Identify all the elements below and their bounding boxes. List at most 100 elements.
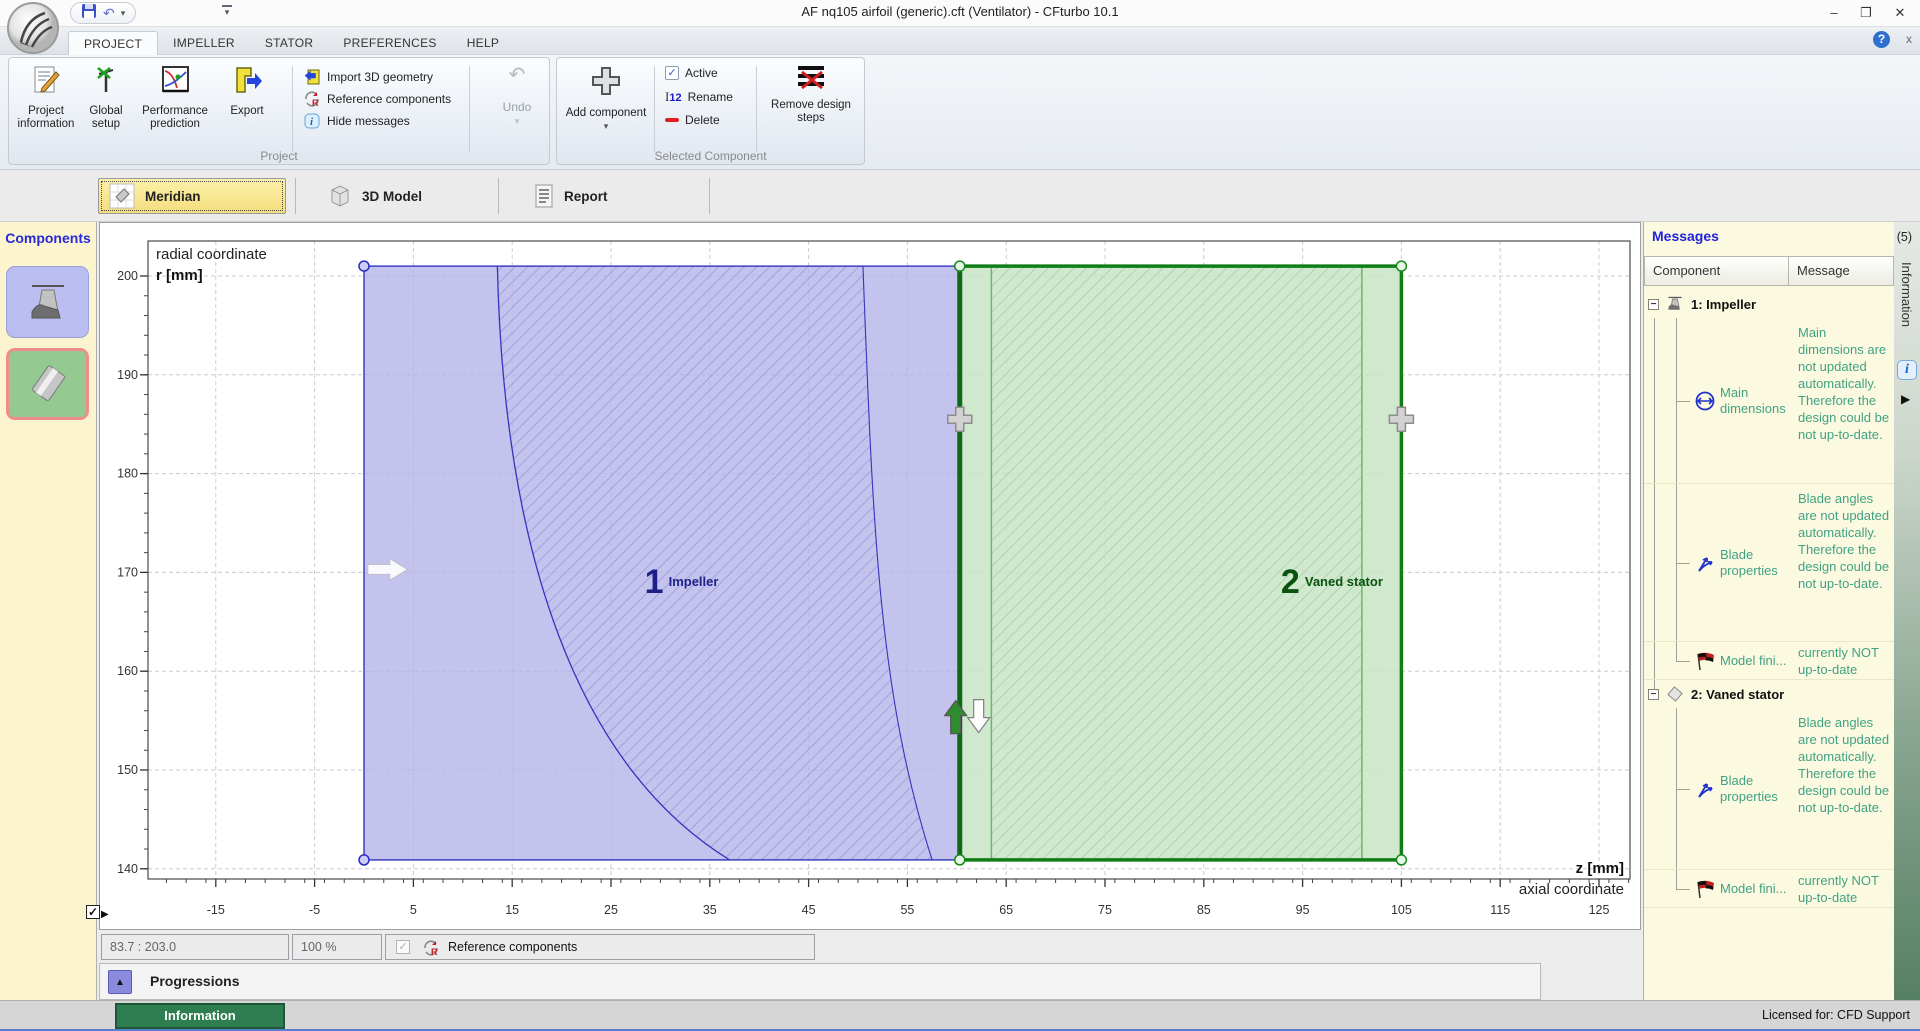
message-group-impeller[interactable]: − 1: Impeller [1644,290,1894,318]
x-tick-label: 115 [1490,903,1510,917]
information-icon[interactable]: i [1897,360,1917,380]
undo-dropdown-icon[interactable]: ▾ [121,8,126,19]
information-side-tab[interactable]: Information [1899,262,1914,327]
reference-components-label: Reference components [327,92,451,106]
rename-button[interactable]: I12 Rename [665,89,733,105]
progressions-collapse-button[interactable]: ▲ [108,970,132,994]
ribbon-tab-help[interactable]: HELP [452,31,515,55]
ribbon-group-selected-component: Add component ▾ ✓ Active I12 Rename Dele… [556,57,865,165]
message-text: currently NOT up-to-date [1794,870,1894,907]
reference-components-icon: R [422,939,440,957]
restore-button[interactable]: ❐ [1852,3,1880,23]
x-tick-label: 5 [410,903,417,917]
x-tick-label: -15 [207,903,225,917]
impeller-corner-handle[interactable] [359,261,369,271]
help-icon[interactable]: ? [1873,31,1890,48]
cfturbo-logo-icon[interactable] [6,1,60,55]
information-footer-tab[interactable]: Information [115,1003,285,1029]
canvas-toggle-icon[interactable]: ✓ ▶ [86,903,112,925]
minimize-button[interactable]: – [1820,3,1848,23]
save-icon[interactable] [81,3,97,24]
tab-3d-model[interactable]: 3D Model [318,178,432,214]
close-button[interactable]: ✕ [1886,3,1914,23]
stator-corner-handle[interactable] [1396,855,1406,865]
y-tick-label: 170 [117,565,138,579]
x-axis-title: axial coordinate [1519,881,1624,898]
component-button-impeller[interactable] [6,266,89,338]
ribbon-close-icon[interactable]: x [1906,32,1912,46]
ribbon-separator [654,66,655,152]
message-row-model-finished[interactable]: Model fini... currently NOT up-to-date [1644,870,1894,908]
x-tick-label: 85 [1197,903,1211,917]
global-setup-button[interactable]: Global setup [79,64,133,131]
performance-prediction-label: Performance prediction [135,105,215,131]
ribbon-tab-preferences[interactable]: PREFERENCES [328,31,451,55]
stator-corner-handle[interactable] [955,855,965,865]
x-tick-label: 125 [1589,903,1610,917]
ribbon: Project information Global setup Perform… [0,55,1920,170]
add-component-button[interactable]: Add component ▾ [565,64,647,133]
group-label: 2: Vaned stator [1691,687,1784,702]
component-name: Model fini... [1720,881,1794,897]
expand-panel-icon[interactable]: ▶ [1901,392,1910,406]
reference-components-checkbox[interactable]: ✓ [396,940,410,954]
export-button[interactable]: Export [219,64,275,118]
rename-label: Rename [688,90,733,104]
collapse-icon[interactable]: − [1648,299,1659,310]
message-group-vaned-stator[interactable]: − 2: Vaned stator [1644,680,1894,708]
meridian-canvas[interactable]: 1Impeller2Vaned stator-15-55152535455565… [99,222,1641,930]
title-bar: AF nq105 airfoil (generic).cft (Ventilat… [0,0,1920,27]
tab-report[interactable]: Report [524,178,618,214]
active-checkbox[interactable]: ✓ Active [665,66,718,80]
meridian-plot[interactable]: 1Impeller2Vaned stator-15-55152535455565… [100,223,1640,929]
x-tick-label: 95 [1296,903,1310,917]
undo-arrow-icon: ↶ [487,64,547,86]
project-information-button[interactable]: Project information [15,64,77,131]
hide-messages-button[interactable]: i Hide messages [303,112,410,130]
region-name-label: Vaned stator [1305,574,1383,589]
region-name-label: Impeller [669,574,719,589]
y-tick-label: 160 [117,664,138,678]
svg-text:R: R [431,947,438,957]
ribbon-tab-impeller[interactable]: IMPELLER [158,31,250,55]
collapse-icon[interactable]: − [1648,689,1659,700]
performance-prediction-button[interactable]: Performance prediction [135,64,215,131]
components-sidebar: Components [0,222,97,1000]
message-row-main-dimensions[interactable]: Main dimensions Main dimensions are not … [1644,318,1894,484]
component-button-vaned-stator[interactable] [6,348,89,420]
delete-label: Delete [685,113,720,127]
impeller-corner-handle[interactable] [359,855,369,865]
reference-components-button[interactable]: R Reference components [303,90,451,108]
import-3d-geometry-button[interactable]: Import 3D geometry [303,68,433,86]
ribbon-separator [756,66,757,152]
information-side-strip: Information i ▶ [1894,222,1920,1000]
message-row-model-finished[interactable]: Model fini... currently NOT up-to-date [1644,642,1894,680]
region-number-label: 2 [1281,563,1300,601]
ribbon-tab-stator[interactable]: STATOR [250,31,328,55]
component-name: Model fini... [1720,653,1794,669]
stator-corner-handle[interactable] [955,261,965,271]
tab-meridian[interactable]: Meridian [98,178,286,214]
customize-toolbar-icon[interactable]: ▾ [222,5,232,16]
messages-column-message[interactable]: Message [1788,256,1894,286]
import-3d-geometry-icon [303,68,321,86]
x-tick-label: 65 [999,903,1013,917]
stator-icon [24,360,72,408]
remove-design-steps-button[interactable]: Remove design steps [762,64,860,125]
report-icon [534,183,554,209]
stator-corner-handle[interactable] [1396,261,1406,271]
ribbon-tab-project[interactable]: PROJECT [68,31,158,55]
undo-icon[interactable]: ↶ [103,3,115,23]
svg-text:R: R [312,98,319,108]
messages-column-component[interactable]: Component [1644,256,1789,286]
remove-design-steps-label: Remove design steps [762,99,860,125]
y-tick-label: 150 [117,763,138,777]
x-tick-label: 75 [1098,903,1112,917]
x-tick-label: 105 [1391,903,1412,917]
message-row-blade-properties[interactable]: Blade properties Blade angles are not up… [1644,484,1894,642]
delete-button[interactable]: Delete [665,113,720,127]
undo-dropdown-icon: ▾ [487,116,547,127]
undo-button[interactable]: ↶ Undo ▾ [487,64,547,127]
impeller-icon [1665,295,1685,313]
message-row-blade-properties[interactable]: Blade properties Blade angles are not up… [1644,708,1894,870]
